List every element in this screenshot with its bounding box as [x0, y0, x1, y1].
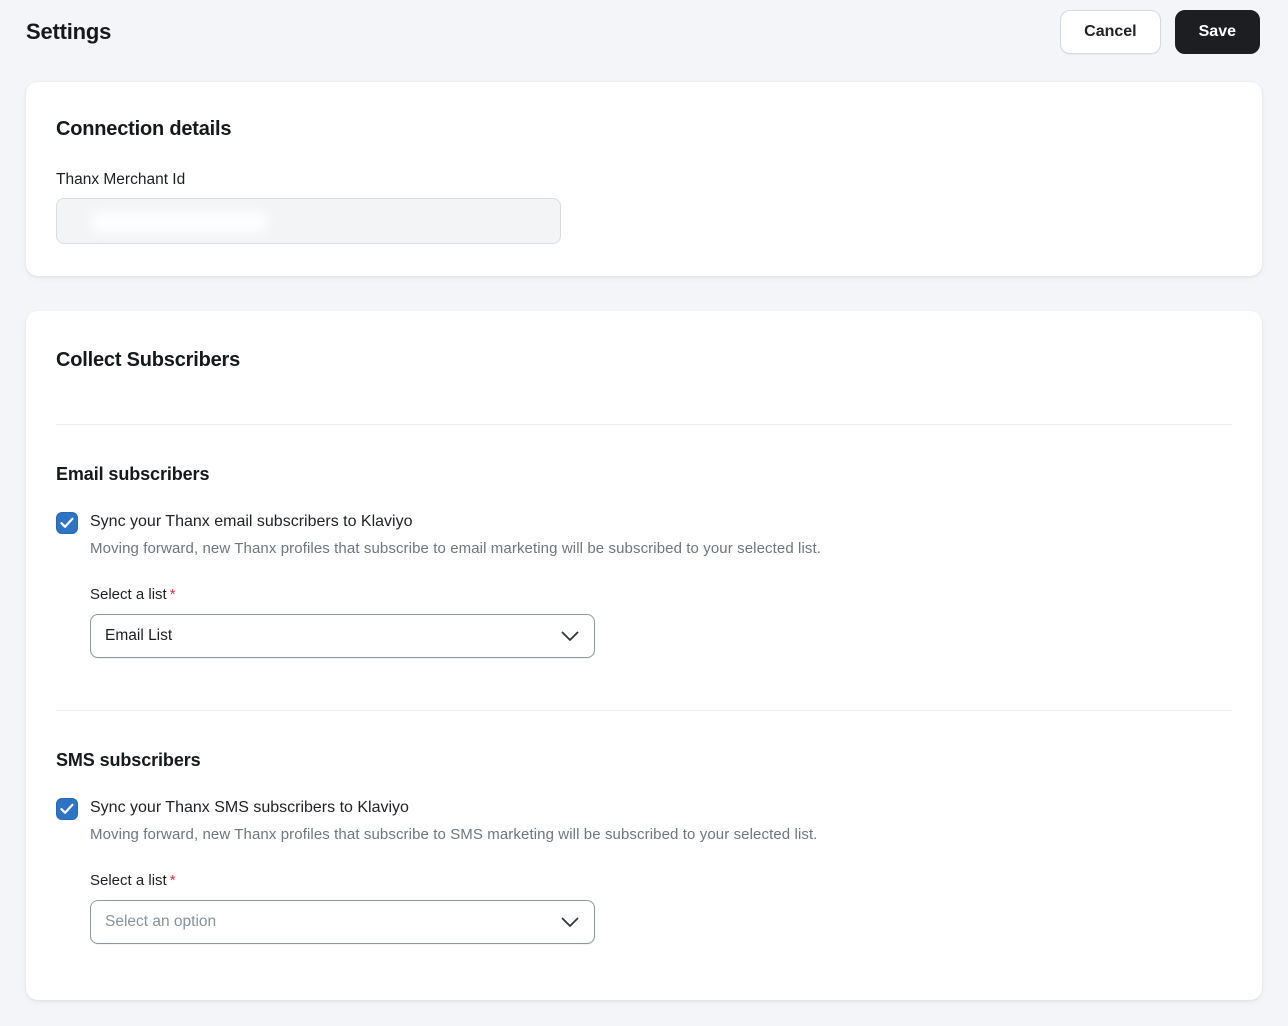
email-sync-checkbox-row: Sync your Thanx email subscribers to Kla… [56, 512, 1232, 534]
merchant-id-label: Thanx Merchant Id [56, 171, 186, 188]
connection-details-card: Connection details Thanx Merchant Id [26, 82, 1262, 276]
check-icon [60, 517, 74, 529]
check-icon [60, 803, 74, 815]
sms-list-placeholder: Select an option [105, 913, 217, 930]
collect-subscribers-heading: Collect Subscribers [56, 349, 241, 371]
sms-sync-checkbox[interactable] [56, 798, 78, 820]
header-actions: Cancel Save [1060, 10, 1260, 54]
connection-details-heading: Connection details [56, 118, 232, 140]
email-sync-checkbox[interactable] [56, 512, 78, 534]
sms-sync-checkbox-row: Sync your Thanx SMS subscribers to Klavi… [56, 798, 1232, 820]
sms-list-required-asterisk: * [169, 872, 176, 889]
sms-sync-checkbox-label[interactable]: Sync your Thanx SMS subscribers to Klavi… [90, 798, 409, 817]
section-divider [56, 424, 1232, 425]
merchant-id-redacted-value [91, 211, 267, 233]
collect-subscribers-card: Collect Subscribers Email subscribers Sy… [26, 311, 1262, 1000]
section-divider [56, 710, 1232, 711]
page-title: Settings [26, 19, 112, 44]
sms-list-label: Select a list [90, 872, 167, 889]
email-list-select[interactable]: Email List [90, 614, 595, 658]
sms-sync-description: Moving forward, new Thanx profiles that … [90, 826, 818, 843]
sms-list-select[interactable]: Select an option [90, 900, 595, 944]
email-sync-checkbox-label[interactable]: Sync your Thanx email subscribers to Kla… [90, 512, 413, 531]
email-list-field: Select a list * Email List [90, 586, 1232, 658]
chevron-down-icon [561, 631, 579, 642]
page-header: Settings Cancel Save [0, 0, 1288, 56]
email-subscribers-section: Email subscribers Sync your Thanx email … [56, 464, 1232, 658]
save-button[interactable]: Save [1174, 10, 1260, 54]
email-list-required-asterisk: * [169, 586, 176, 603]
sms-subscribers-section: SMS subscribers Sync your Thanx SMS subs… [56, 750, 1232, 944]
email-list-selected-value: Email List [105, 627, 173, 644]
email-sync-description: Moving forward, new Thanx profiles that … [90, 540, 822, 557]
chevron-down-icon [561, 917, 579, 928]
sms-list-field: Select a list * Select an option [90, 872, 1232, 944]
email-subscribers-heading: Email subscribers [56, 464, 210, 484]
sms-subscribers-heading: SMS subscribers [56, 750, 201, 770]
merchant-id-field[interactable] [56, 198, 561, 244]
cancel-button[interactable]: Cancel [1060, 10, 1161, 54]
email-list-label: Select a list [90, 586, 167, 603]
